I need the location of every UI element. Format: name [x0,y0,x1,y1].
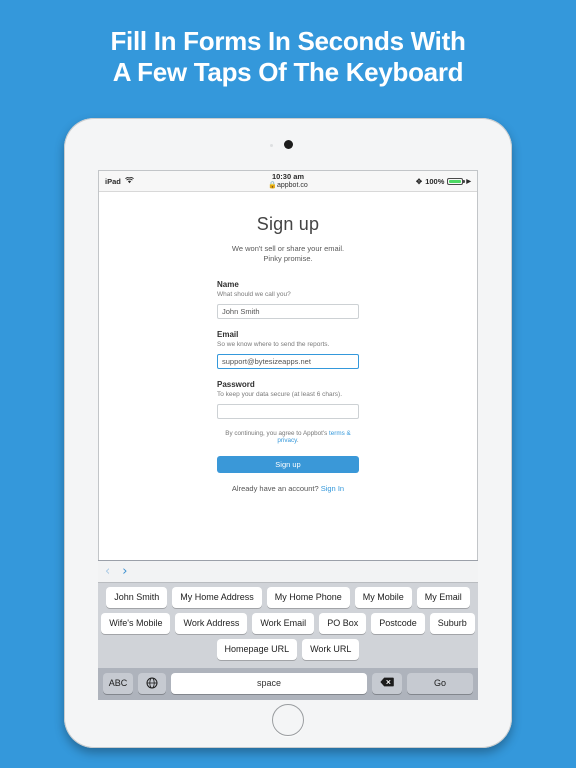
terms-suffix: . [296,437,299,444]
keyboard-bottom-row: ABC space Go [98,668,478,700]
headline-line-1: Fill In Forms In Seconds With [110,26,466,56]
form-subtitle: We won't sell or share your email. Pinky… [217,244,359,264]
signup-form: Sign up We won't sell or share your emai… [217,214,359,493]
terms-prefix: By continuing, you agree to Appbot's [225,430,330,437]
snippet-button[interactable]: Work Email [252,613,315,634]
field-name-label: Name [217,280,239,289]
go-key[interactable]: Go [407,673,473,694]
abc-key[interactable]: ABC [103,673,133,694]
ipad-device-frame: iPad 10:30 am 🔒appbot.co ✥ 100% ▶ Sign u… [64,118,512,748]
snippet-button[interactable]: John Smith [106,587,168,608]
snippet-button[interactable]: My Mobile [354,587,412,608]
snippet-button[interactable]: Postcode [371,613,425,634]
ambient-light-sensor-icon [270,144,273,147]
chevron-left-icon[interactable]: ‹ [105,565,110,578]
url-text: appbot.co [276,182,308,189]
snippet-button[interactable]: My Email [416,587,470,608]
home-button[interactable] [272,704,304,736]
backspace-icon[interactable] [372,673,402,694]
snippet-button[interactable]: My Home Address [172,587,262,608]
snippet-button[interactable]: Work Address [175,613,248,634]
form-title: Sign up [256,214,320,234]
space-key[interactable]: space [171,673,367,694]
page-url-label: 🔒appbot.co [99,181,477,190]
snippet-row-2: Wife's Mobile Work Address Work Email PO… [101,613,475,634]
field-email: Email So we know where to send the repor… [217,330,359,369]
device-top-bezel [64,118,512,172]
keyboard-nav-bar: ‹ › [98,561,478,583]
form-subtitle-line-2: Pinky promise. [263,254,313,263]
camera-icon [284,140,293,149]
signup-submit-button[interactable]: Sign up [217,456,359,473]
field-name: Name What should we call you? [217,280,359,319]
field-email-label: Email [217,330,239,339]
snippet-button[interactable]: Wife's Mobile [101,613,171,634]
password-input[interactable] [217,404,359,419]
keyboard: ‹ › John Smith My Home Address My Home P… [98,560,478,700]
form-subtitle-line-1: We won't sell or share your email. [231,244,345,253]
globe-icon[interactable] [138,673,166,694]
field-email-hint: So we know where to send the reports. [217,341,330,348]
snippet-button[interactable]: My Home Phone [266,587,350,608]
chevron-right-icon[interactable]: › [122,565,127,578]
snippet-button[interactable]: Homepage URL [216,639,298,660]
snippet-row-3: Homepage URL Work URL [102,639,474,660]
have-account-row: Already have an account? Sign In [217,484,359,493]
email-input[interactable] [217,354,359,369]
snippet-row-1: John Smith My Home Address My Home Phone… [102,587,474,608]
snippet-button[interactable]: Suburb [429,613,475,634]
field-password: Password To keep your data secure (at le… [217,380,359,419]
keyboard-snippet-area: John Smith My Home Address My Home Phone… [98,583,478,668]
headline-line-2: A Few Taps Of The Keyboard [112,57,464,87]
snippet-button[interactable]: Work URL [302,639,360,660]
name-input[interactable] [217,304,359,319]
battery-icon [447,177,466,185]
status-bar: iPad 10:30 am 🔒appbot.co ✥ 100% ▶ [99,171,477,192]
field-password-hint: To keep your data secure (at least 6 cha… [217,391,343,398]
field-name-hint: What should we call you? [217,291,291,298]
have-account-label: Already have an account? [231,484,321,493]
lock-icon: 🔒 [268,182,277,189]
page-title: Fill In Forms In Seconds With A Few Taps… [0,0,576,88]
clock-label: 10:30 am [271,172,305,181]
snippet-button[interactable]: PO Box [319,613,367,634]
field-password-label: Password [217,380,255,389]
terms-notice: By continuing, you agree to Appbot's ter… [217,430,359,444]
sign-in-link[interactable]: Sign In [321,484,344,493]
status-bar-center: 10:30 am 🔒appbot.co [99,172,477,190]
